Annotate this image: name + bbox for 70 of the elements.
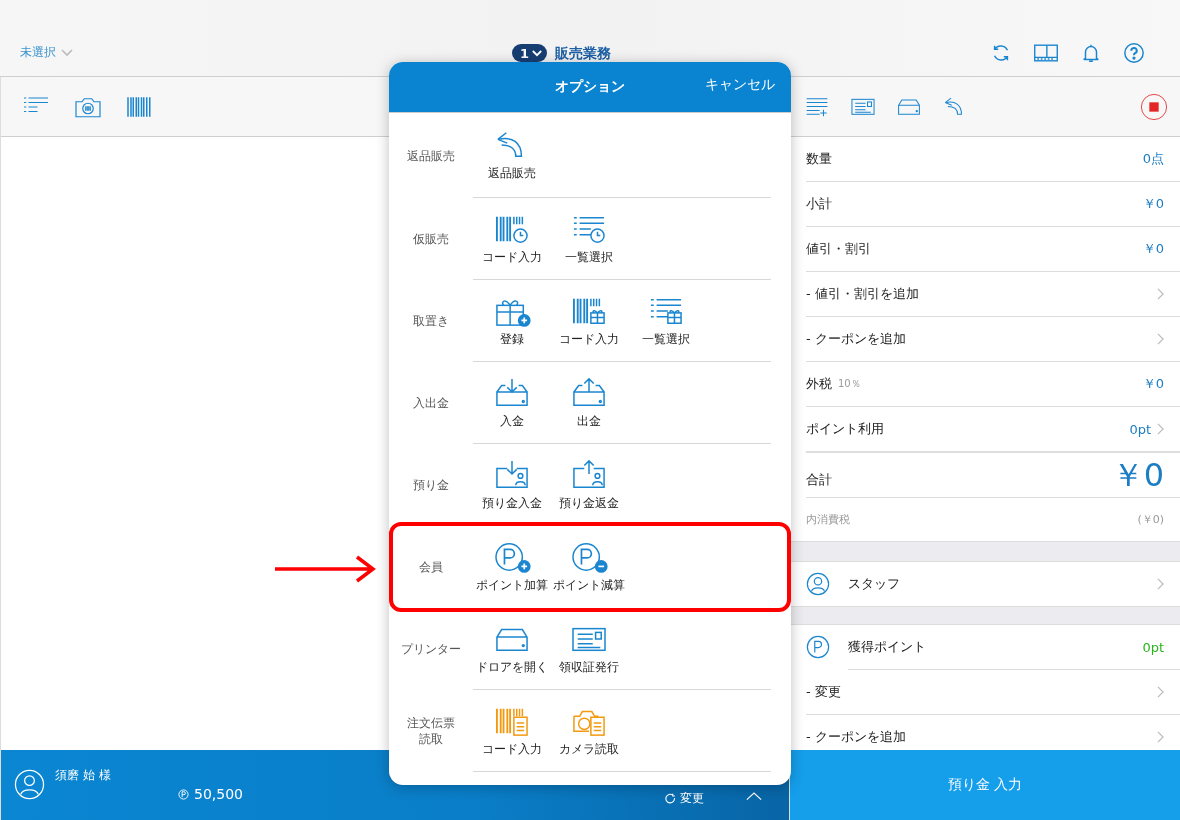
option-button[interactable]: コード入力 — [473, 212, 550, 265]
section-label: 預り金 — [413, 477, 449, 493]
summary-row: 値引・割引 ￥0 — [806, 227, 1180, 272]
option-button[interactable]: 預り金返金 — [550, 458, 627, 511]
cancel-button[interactable]: キャンセル — [705, 76, 775, 94]
points-value: 0pt — [1142, 639, 1164, 655]
option-button[interactable]: カメラ読取 — [550, 704, 627, 757]
change-button[interactable]: 変更 — [665, 790, 704, 807]
option-button[interactable]: 返品販売 — [473, 129, 550, 181]
section-label: 注文伝票 — [407, 715, 455, 731]
chevron-icon — [1157, 333, 1164, 345]
option-button[interactable]: ドロアを開く — [473, 622, 550, 675]
customer-points: 50,500 — [194, 786, 243, 802]
option-button[interactable]: 入金 — [473, 376, 550, 429]
screen-title: 販売業務 — [555, 45, 612, 61]
summary-value: 0pt — [1129, 421, 1151, 437]
summary-link-row[interactable]: - 変更 — [806, 670, 1180, 715]
chevron-icon — [1157, 578, 1164, 590]
summary-row: 小計 ￥0 — [806, 182, 1180, 227]
summary-value: 0点 — [1142, 150, 1164, 168]
option-button[interactable]: コード入力 — [550, 294, 627, 347]
point-icon — [178, 789, 189, 800]
chevron-icon — [1157, 288, 1164, 300]
point-icon — [806, 635, 830, 659]
total-label: 合計 — [806, 471, 832, 489]
summary-row: 外税 10％ ￥0 — [806, 362, 1180, 407]
stop-button[interactable] — [1140, 92, 1168, 121]
section-label: 取置き — [413, 313, 449, 329]
option-button[interactable]: 領収証発行 — [550, 622, 627, 675]
chevron-down-icon — [61, 48, 73, 57]
help-icon[interactable] — [1123, 42, 1145, 64]
panel-layout-icon[interactable] — [1033, 42, 1059, 64]
section-label: プリンター — [401, 641, 461, 657]
section-label: 会員 — [419, 559, 443, 575]
avatar-icon — [14, 769, 45, 800]
expand-icon[interactable] — [745, 791, 763, 801]
option-button[interactable]: 登録 — [473, 294, 550, 347]
option-button[interactable]: 一覧選択 — [550, 212, 627, 265]
customer-name: 須磨 始 様 — [55, 767, 111, 784]
summary-link-row[interactable]: - クーポンを追加 — [806, 317, 1180, 362]
summary-link-row[interactable]: - 値引・割引を追加 — [806, 272, 1180, 317]
chevron-down-icon — [532, 49, 543, 57]
chevron-icon — [1157, 686, 1164, 698]
option-button[interactable]: 預り金入金 — [473, 458, 550, 511]
chevron-icon — [1157, 731, 1164, 743]
option-button[interactable]: 一覧選択 — [627, 294, 704, 347]
staff-icon — [806, 572, 830, 596]
dialog-title: オプション — [555, 78, 625, 96]
chevron-icon — [1157, 423, 1164, 435]
summary-value: ￥0 — [1142, 375, 1164, 393]
points-label: 獲得ポイント — [848, 638, 926, 656]
section-label: 返品販売 — [407, 147, 455, 164]
summary-value: ￥0 — [1142, 195, 1164, 213]
section-label: 読取 — [419, 731, 443, 747]
tax-rate: 10％ — [838, 377, 861, 391]
list-plus-icon[interactable] — [804, 95, 830, 118]
summary-row: 数量 0点 — [806, 137, 1180, 182]
summary-link-row[interactable]: ポイント利用 0pt — [806, 407, 1180, 452]
point-plus-icon — [492, 540, 531, 573]
option-button[interactable]: 出金 — [550, 376, 627, 429]
option-button[interactable]: ポイント加算 — [473, 540, 550, 593]
section-label: 入出金 — [413, 395, 449, 411]
option-button[interactable]: ポイント減算 — [550, 540, 627, 593]
point-minus-icon — [569, 540, 608, 573]
summary-value: ￥0 — [1142, 240, 1164, 258]
register-select[interactable]: 1 — [512, 44, 548, 62]
section-label: 仮販売 — [413, 231, 449, 247]
total-amount: ￥0 — [1111, 457, 1164, 493]
rotate-icon — [665, 792, 677, 805]
option-button[interactable]: コード入力 — [473, 704, 550, 757]
